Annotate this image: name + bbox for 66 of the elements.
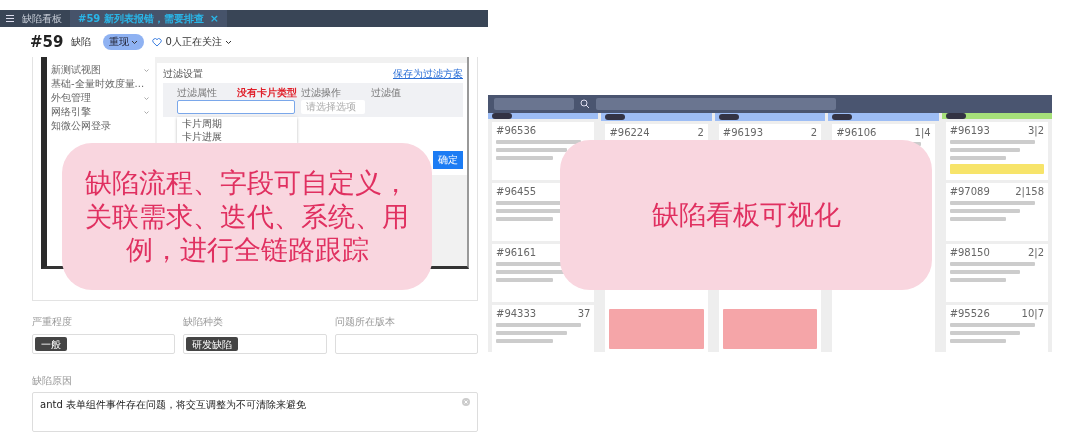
tag: 一般 — [35, 337, 67, 351]
chevron-down-icon — [144, 110, 149, 114]
clear-icon[interactable] — [462, 398, 470, 406]
dialog-title: 过滤设置 — [163, 67, 203, 81]
card-count: 3|2 — [1027, 125, 1045, 136]
text-area[interactable]: antd 表单组件事件存在问题，将交互调整为不可清除来避免 — [32, 392, 478, 432]
card-id: #96193 — [722, 127, 763, 138]
chevron-down-icon — [144, 68, 149, 72]
issue-type: 缺陷 — [71, 35, 92, 49]
confirm-button[interactable]: 确定 — [433, 151, 463, 169]
card-id: #97089 — [949, 186, 990, 197]
dropdown-option[interactable]: 卡片进展 — [177, 130, 297, 143]
sidebar-item[interactable]: 网络引擎 — [47, 105, 155, 119]
sidebar-item[interactable]: 外包管理 — [47, 91, 155, 105]
issue-card[interactable]: #97089 2|158 — [945, 183, 1049, 241]
card-id: #96106 — [836, 127, 877, 138]
field-label: 问题所在版本 — [334, 315, 396, 329]
tab[interactable]: 缺陷看板 — [14, 10, 70, 27]
sidebar-item[interactable]: 新测试视图 — [47, 63, 155, 77]
callout-text: 缺陷看板可视化 — [651, 198, 841, 232]
card-count: 2|2 — [1027, 247, 1045, 258]
menu-icon[interactable] — [6, 15, 14, 22]
field-label: 严重程度 — [32, 315, 73, 329]
issue-id: #59 — [30, 33, 64, 51]
column-label: 过滤属性 没有卡片类型 — [177, 85, 295, 100]
column-label: 过滤操作 — [301, 85, 342, 100]
card-id: #96193 — [949, 125, 990, 136]
card-id: #94333 — [496, 308, 537, 319]
tag: 研发缺陷 — [186, 337, 239, 351]
chevron-down-icon — [224, 39, 232, 45]
field-label: 缺陷原因 — [32, 374, 73, 388]
card-id: #96455 — [496, 186, 537, 197]
annotation-text: 没有卡片类型 — [237, 85, 297, 100]
watch-button[interactable]: 0人正在关注 — [152, 35, 232, 49]
select-field[interactable]: 研发缺陷 — [183, 334, 327, 354]
status-dropdown[interactable]: 重现 — [103, 34, 145, 50]
column-label: 过滤值 — [371, 85, 402, 100]
search-field[interactable] — [494, 98, 574, 110]
card-count: 2 — [810, 127, 818, 138]
close-button[interactable]: × — [209, 12, 219, 25]
chevron-down-icon — [131, 39, 139, 45]
search-icon[interactable] — [580, 99, 590, 109]
chevron-down-icon — [144, 96, 149, 100]
card-id: #95526 — [949, 308, 990, 319]
save-filter-link[interactable]: 保存为过滤方案 — [393, 67, 463, 81]
issue-card[interactable]: #98150 2|2 — [945, 244, 1049, 302]
select-field[interactable] — [177, 100, 295, 114]
card-id: #96224 — [609, 127, 650, 138]
card-count: 37 — [577, 308, 591, 319]
heart-icon — [152, 37, 163, 47]
card-id: #96536 — [496, 125, 537, 136]
card-count: 10|7 — [1021, 308, 1045, 319]
select-field[interactable]: 一般 — [32, 334, 176, 354]
card-id: #98150 — [949, 247, 990, 258]
card-count: 2|158 — [1015, 186, 1045, 197]
sidebar-item[interactable]: 知微公网登录 — [47, 119, 155, 133]
issue-card[interactable]: #96193 3|2 — [945, 122, 1049, 180]
field-label: 缺陷种类 — [183, 315, 225, 329]
card-id: #96161 — [496, 247, 537, 258]
filter-field[interactable] — [596, 98, 836, 110]
dropdown-option[interactable]: 卡片周期 — [177, 117, 297, 130]
card-count: 1|4 — [914, 127, 931, 138]
tab[interactable]: #59 新列表报错，需要排查 × — [70, 10, 227, 27]
card-count: 2 — [697, 127, 704, 138]
callout-text: 缺陷流程、字段可自定义，关联需求、迭代、系统、用例，进行全链路跟踪 — [84, 165, 410, 268]
sidebar-item[interactable]: 基础-全量时效度量... — [47, 77, 155, 91]
